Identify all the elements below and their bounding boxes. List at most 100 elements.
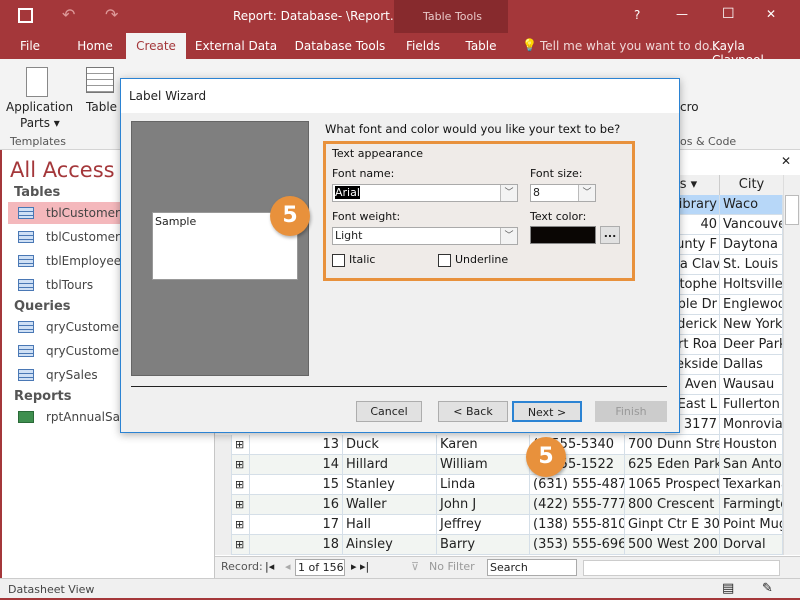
datasheet-view-icon[interactable]: ▤	[722, 581, 734, 596]
cell-address[interactable]: 800 Crescent C	[625, 495, 720, 515]
nav-group-tables[interactable]: Tables	[14, 185, 60, 200]
cell-city[interactable]: San Antonio	[720, 455, 783, 475]
cell-address[interactable]: 500 West 200 N	[625, 535, 720, 555]
row-selector[interactable]	[215, 475, 232, 495]
cell-city[interactable]: Monrovia	[720, 415, 783, 435]
table-row[interactable]: eekside Dallas	[665, 355, 783, 375]
font-weight-combo[interactable]: Light ﹀	[332, 227, 518, 245]
tab-external-data[interactable]: External Data	[194, 33, 278, 59]
cell-first-name[interactable]: Barry	[437, 535, 530, 555]
table-row[interactable]: ⊞ 16 Waller John J (422) 555-7776 800 Crescen…	[215, 495, 783, 515]
nav-group-queries[interactable]: Queries	[14, 299, 71, 314]
cell-last-name[interactable]: Waller	[343, 495, 437, 515]
table-row[interactable]: ort Roa Deer Park	[665, 335, 783, 355]
cell-phone[interactable]: (353) 555-6960	[530, 535, 625, 555]
cell-first-name[interactable]: William	[437, 455, 530, 475]
tab-fields[interactable]: Fields	[398, 33, 448, 59]
cell-last-name[interactable]: Stanley	[343, 475, 437, 495]
cell-last-name[interactable]: Hillard	[343, 455, 437, 475]
cell-city[interactable]: Deer Park	[720, 335, 783, 355]
row-selector[interactable]	[215, 535, 232, 555]
expand-icon[interactable]: ⊞	[232, 515, 250, 535]
cell-city[interactable]: Wausau	[720, 375, 783, 395]
minimize-button[interactable]: —	[676, 7, 688, 21]
font-size-combo[interactable]: 8 ﹀	[530, 184, 596, 202]
cell-id[interactable]: 16	[250, 495, 343, 515]
expand-icon[interactable]: ⊞	[232, 535, 250, 555]
expand-icon[interactable]: ⊞	[232, 495, 250, 515]
cell-city[interactable]: Dallas	[720, 355, 783, 375]
row-selector[interactable]	[215, 495, 232, 515]
help-button[interactable]: ?	[634, 8, 640, 22]
cell-city[interactable]: Holtsville	[720, 275, 783, 295]
cell-id[interactable]: 14	[250, 455, 343, 475]
save-icon[interactable]	[18, 8, 33, 23]
expand-icon[interactable]: ⊞	[232, 475, 250, 495]
cell-last-name[interactable]: Ainsley	[343, 535, 437, 555]
table-row[interactable]: stophe Holtsville	[665, 275, 783, 295]
tab-table[interactable]: Table	[458, 33, 504, 59]
cell-city[interactable]: Waco	[720, 195, 783, 215]
row-selector[interactable]	[215, 455, 232, 475]
cell-address[interactable]: Ginpt Ctr E 300	[625, 515, 720, 535]
expand-icon[interactable]: ⊞	[232, 435, 250, 455]
cell-city[interactable]: Texarkana	[720, 475, 783, 495]
cell-city[interactable]: Dorval	[720, 535, 783, 555]
cell-city[interactable]: Fullerton	[720, 395, 783, 415]
cell-city[interactable]: New York	[720, 315, 783, 335]
table-row[interactable]: Library Waco	[665, 195, 783, 215]
table-row[interactable]: East L Fullerton	[665, 395, 783, 415]
next-record-button[interactable]: ▸ ▸|	[351, 557, 369, 577]
cell-first-name[interactable]: John J	[437, 495, 530, 515]
table-row[interactable]: 3177 Monrovia	[665, 415, 783, 435]
table-row[interactable]: ⊞ 15 Stanley Linda (631) 555-4870 1065 Prospe…	[215, 475, 783, 495]
table-row[interactable]: ⊞ 17 Hall Jeffrey (138) 555-8107 Ginpt Ctr E …	[215, 515, 783, 535]
cell-phone[interactable]: (631) 555-4870	[530, 475, 625, 495]
nav-group-reports[interactable]: Reports	[14, 389, 71, 404]
table-row[interactable]: ⊞ 14 Hillard William( ) 555-1522 625 Eden Pa…	[215, 455, 783, 475]
cell-first-name[interactable]: Jeffrey	[437, 515, 530, 535]
vertical-scrollbar[interactable]	[783, 175, 800, 555]
cell-id[interactable]: 15	[250, 475, 343, 495]
table-row[interactable]: derick New York	[665, 315, 783, 335]
tab-create[interactable]: Create	[126, 33, 186, 59]
underline-checkbox[interactable]	[438, 254, 451, 267]
tab-database-tools[interactable]: Database Tools	[290, 33, 390, 59]
tab-file[interactable]: File	[8, 33, 52, 59]
text-color-swatch[interactable]	[530, 226, 596, 244]
cell-city[interactable]: Houston	[720, 435, 783, 455]
application-parts-dropdown[interactable]: Parts ▾	[20, 116, 60, 130]
table-row[interactable]: ⊞13DuckKaren( ) 555-5340700 Dunn StreetH…	[215, 435, 783, 455]
table-button[interactable]: Table	[86, 100, 117, 114]
cell-id[interactable]: 18	[250, 535, 343, 555]
chevron-down-icon[interactable]: ﹀	[500, 228, 517, 244]
cell-phone[interactable]: (138) 555-8107	[530, 515, 625, 535]
next-button[interactable]: Next >	[512, 401, 582, 422]
tab-home[interactable]: Home	[70, 33, 120, 59]
cell-first-name[interactable]: Karen	[437, 435, 530, 455]
cell-last-name[interactable]: Hall	[343, 515, 437, 535]
table-row[interactable]: 40Vancouver	[665, 215, 783, 235]
redo-icon[interactable]: ↷	[105, 5, 118, 24]
table-row[interactable]: ounty FDaytona Beach	[665, 235, 783, 255]
close-button[interactable]: ✕	[766, 7, 776, 21]
table-row[interactable]: e Aven Wausau	[665, 375, 783, 395]
font-name-combo[interactable]: Arial ﹀	[332, 184, 518, 202]
cancel-button[interactable]: Cancel	[356, 401, 422, 422]
cell-last-name[interactable]: Duck	[343, 435, 437, 455]
tell-me-input[interactable]: Tell me what you want to do...	[540, 39, 721, 53]
cell-city[interactable]: Point Mugu	[720, 515, 783, 535]
cell-city[interactable]: Farmington	[720, 495, 783, 515]
maximize-button[interactable]: ☐	[722, 6, 735, 22]
back-button[interactable]: < Back	[438, 401, 508, 422]
cell-id[interactable]: 13	[250, 435, 343, 455]
nav-title[interactable]: All Access O	[10, 158, 138, 182]
table-row[interactable]: ple DrEnglewood	[665, 295, 783, 315]
prev-record-button[interactable]: ◂	[285, 557, 291, 577]
chevron-down-icon[interactable]: ﹀	[500, 185, 517, 201]
color-picker-button[interactable]: ...	[600, 226, 620, 244]
first-record-button[interactable]: |◂	[265, 557, 274, 577]
horizontal-scrollbar[interactable]	[583, 560, 780, 576]
cell-address[interactable]: 700 Dunn Street	[625, 435, 720, 455]
record-number-input[interactable]: 1 of 156	[295, 559, 345, 576]
